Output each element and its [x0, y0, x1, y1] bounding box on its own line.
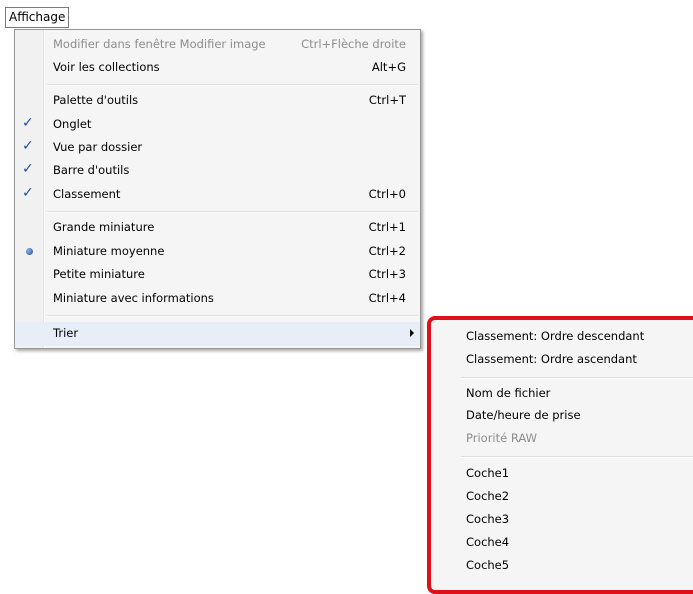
submenu-item-label: Classement: Ordre descendant: [466, 329, 645, 343]
menu-item-shortcut: Alt+G: [371, 60, 406, 74]
radio-bullet-icon: [26, 248, 33, 255]
menu-separator: [47, 84, 418, 86]
menu-item-label: Voir les collections: [53, 60, 160, 74]
checkmark-icon: ✓: [22, 115, 34, 131]
menu-item-onglet[interactable]: ✓ Onglet: [15, 113, 420, 137]
submenu-item-label: Nom de fichier: [466, 386, 551, 400]
submenu-item-coche1[interactable]: Coche1: [431, 463, 691, 485]
trier-submenu: Classement: Ordre descendant Classement:…: [427, 316, 693, 594]
submenu-item-label: Coche5: [466, 558, 510, 572]
menu-separator: [47, 315, 418, 317]
menu-item-shortcut: Ctrl+1: [368, 220, 406, 234]
menu-item-shortcut: Ctrl+Flèche droite: [301, 37, 406, 51]
menu-item-label: Classement: [53, 187, 121, 201]
menu-item-vue-dossier[interactable]: ✓ Vue par dossier: [15, 136, 420, 160]
checkmark-icon: ✓: [22, 161, 34, 177]
menu-item-label: Grande miniature: [53, 220, 155, 234]
submenu-item-classement-ascendant[interactable]: Classement: Ordre ascendant: [431, 349, 691, 371]
submenu-arrow-icon: [410, 329, 414, 337]
menu-item-label: Miniature moyenne: [53, 244, 165, 258]
menu-item-voir-collections[interactable]: Voir les collections Alt+G: [15, 56, 420, 80]
submenu-separator: [461, 456, 693, 458]
submenu-item-label: Coche4: [466, 535, 510, 549]
checkmark-icon: ✓: [22, 138, 34, 154]
submenu-item-label: Coche2: [466, 489, 510, 503]
menu-item-label: Miniature avec informations: [53, 291, 214, 305]
menu-item-label: Trier: [53, 326, 79, 340]
submenu-item-coche2[interactable]: Coche2: [431, 486, 691, 508]
submenu-item-classement-descendant[interactable]: Classement: Ordre descendant: [431, 326, 691, 348]
menu-item-barre-outils[interactable]: ✓ Barre d'outils: [15, 159, 420, 183]
submenu-item-priorite-raw[interactable]: Priorité RAW: [431, 428, 691, 450]
menu-item-modifier-image[interactable]: Modifier dans fenêtre Modifier image Ctr…: [15, 33, 420, 57]
menu-item-label: Modifier dans fenêtre Modifier image: [53, 37, 266, 51]
menu-item-grande-miniature[interactable]: Grande miniature Ctrl+1: [15, 216, 420, 240]
submenu-item-nom-fichier[interactable]: Nom de fichier: [431, 383, 691, 405]
submenu-item-date-heure[interactable]: Date/heure de prise: [431, 405, 691, 427]
submenu-item-label: Coche1: [466, 466, 510, 480]
menu-item-label: Petite miniature: [53, 267, 145, 281]
submenu-separator: [461, 377, 693, 379]
menu-item-shortcut: Ctrl+4: [368, 291, 406, 305]
menu-item-classement[interactable]: ✓ Classement Ctrl+0: [15, 183, 420, 207]
menu-item-petite-miniature[interactable]: Petite miniature Ctrl+3: [15, 263, 420, 287]
menu-separator: [47, 211, 418, 213]
menu-item-shortcut: Ctrl+T: [368, 93, 406, 107]
menu-item-shortcut: Ctrl+2: [368, 244, 406, 258]
menu-affichage[interactable]: Affichage: [5, 7, 70, 28]
checkmark-icon: ✓: [22, 185, 34, 201]
submenu-item-label: Coche3: [466, 512, 510, 526]
menu-item-shortcut: Ctrl+3: [368, 267, 406, 281]
affichage-dropdown-menu: Modifier dans fenêtre Modifier image Ctr…: [14, 29, 421, 349]
menu-item-miniature-moyenne[interactable]: Miniature moyenne Ctrl+2: [15, 240, 420, 264]
menu-item-trier[interactable]: Trier: [15, 322, 420, 346]
menu-item-label: Vue par dossier: [53, 140, 143, 154]
menu-item-miniature-informations[interactable]: Miniature avec informations Ctrl+4: [15, 287, 420, 311]
submenu-item-label: Date/heure de prise: [466, 408, 581, 422]
submenu-item-coche3[interactable]: Coche3: [431, 509, 691, 531]
menu-item-palette-outils[interactable]: Palette d'outils Ctrl+T: [15, 89, 420, 113]
menu-item-shortcut: Ctrl+0: [368, 187, 406, 201]
submenu-item-label: Classement: Ordre ascendant: [466, 352, 637, 366]
menu-item-label: Barre d'outils: [53, 163, 130, 177]
submenu-item-coche5[interactable]: Coche5: [431, 555, 691, 577]
submenu-item-label: Priorité RAW: [466, 431, 537, 445]
submenu-item-coche4[interactable]: Coche4: [431, 532, 691, 554]
menu-item-label: Palette d'outils: [53, 93, 139, 107]
menu-item-label: Onglet: [53, 117, 92, 131]
